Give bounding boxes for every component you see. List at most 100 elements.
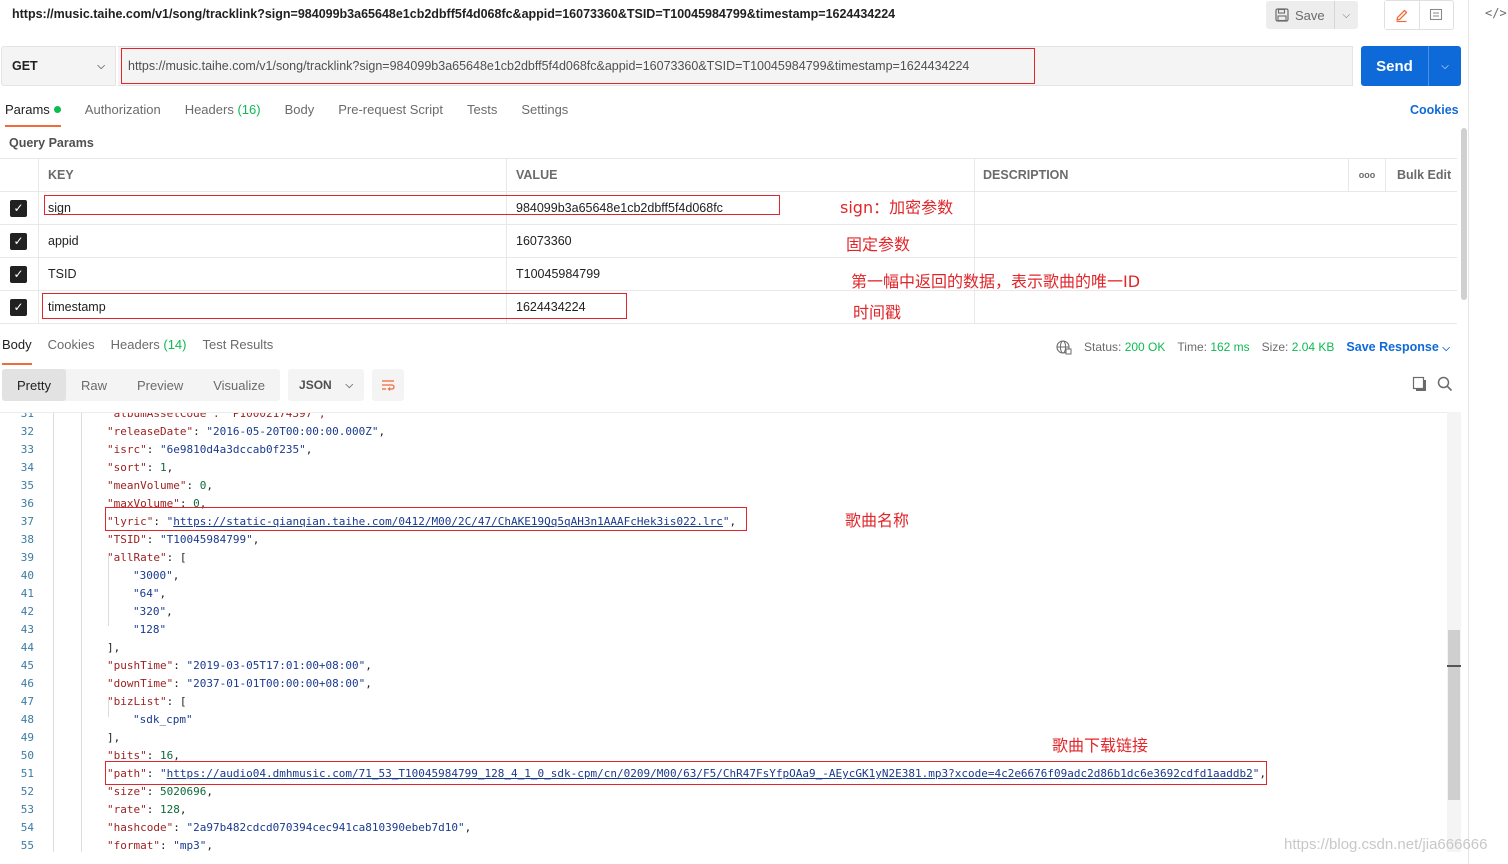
code-token: "bizList" [107,695,167,708]
param-description[interactable] [974,291,1348,323]
line-number: 55 [20,839,34,852]
code-token: , [206,785,213,798]
line-number: 42 [20,605,34,618]
tab-headers[interactable]: Headers (16) [185,100,261,126]
sign-annotation: sign：加密参数 [840,198,954,217]
line-number: 49 [20,731,34,744]
path-annotation: 歌曲下载链接 [1052,736,1149,755]
status-label: Status: [1084,340,1122,354]
tab-response-body[interactable]: Body [2,337,32,365]
tab-label: Headers [184,102,234,117]
code-line: 52 "size": 5020696, [0,783,1446,801]
code-token: "mp3" [173,839,207,852]
tab-response-headers[interactable]: Headers (14) [111,337,187,359]
param-key[interactable]: appid [38,225,505,257]
param-checkbox[interactable]: ✓ [0,258,37,290]
tab-test-results[interactable]: Test Results [203,337,274,359]
save-options-button[interactable]: ⌵ [1335,1,1358,29]
code-token: "isrc" [107,443,147,456]
view-mode-visualize[interactable]: Visualize [198,369,280,401]
tab-tests[interactable]: Tests [467,100,497,126]
comments-button[interactable] [1420,1,1454,29]
bulk-edit-button[interactable]: Bulk Edit [1385,159,1457,191]
request-title-url: https://music.taihe.com/v1/song/tracklin… [12,7,896,21]
code-token: , [166,605,173,618]
globe-icon[interactable] [1056,339,1072,355]
more-options-button[interactable]: ooo [1348,159,1385,191]
edit-button[interactable] [1385,1,1420,29]
code-text: "128" [133,621,166,639]
param-key[interactable]: TSID [38,258,505,290]
tab-body[interactable]: Body [285,100,315,126]
code-token: : [159,839,174,852]
tab-authorization[interactable]: Authorization [85,100,161,126]
table-row: ✓ appid 16073360 [0,225,1457,258]
code-token: , [206,839,213,852]
response-body-editor[interactable]: 31 "albumAssetCode": "P10002174397", 32 "re… [0,412,1460,852]
pencil-icon [1396,9,1408,22]
code-token: "320" [133,605,167,618]
code-token: , [365,677,372,690]
tab-pre-request-script[interactable]: Pre-request Script [338,100,443,126]
code-text: "rate": 128, [107,801,187,819]
view-mode-pretty[interactable]: Pretty [2,369,66,401]
save-button[interactable]: Save [1266,1,1335,29]
code-line: 40 "3000", [0,567,1446,585]
send-button[interactable]: Send [1361,46,1429,86]
code-scrollbar-thumb[interactable] [1448,630,1460,800]
code-text: "64", [133,585,166,603]
param-description[interactable] [974,192,1348,224]
param-checkbox[interactable]: ✓ [0,192,37,224]
header-key: KEY [38,159,505,191]
code-line: 42 "320", [0,603,1446,621]
line-number: 47 [20,695,34,708]
code-token: "sort" [107,461,147,474]
code-token: : [173,821,187,834]
params-scrollbar[interactable] [1461,128,1467,300]
time-text: Time: 162 ms [1177,340,1249,354]
send-options-button[interactable]: ⌵ [1429,46,1461,86]
status-text: Status: 200 OK [1084,340,1165,354]
tab-response-cookies[interactable]: Cookies [48,337,95,359]
copy-icon[interactable] [1412,376,1428,392]
tab-settings[interactable]: Settings [521,100,568,126]
code-text: "releaseDate": "2016-05-20T00:00:00.000Z… [107,423,385,441]
tab-params[interactable]: Params [5,100,61,127]
line-number: 52 [20,785,34,798]
param-description[interactable] [974,225,1348,257]
code-token: "2019-03-05T17:01:00+08:00" [186,659,366,672]
code-line: 49], [0,729,1446,747]
param-checkbox[interactable]: ✓ [0,291,37,323]
view-mode-raw[interactable]: Raw [66,369,122,401]
format-select[interactable]: JSON ⌵ [288,369,365,401]
method-select[interactable]: GET ⌵ [1,46,116,86]
cookies-link[interactable]: Cookies [1410,103,1459,117]
param-checkbox[interactable]: ✓ [0,225,37,257]
code-line: 35 "meanVolume": 0, [0,477,1446,495]
code-token: "downTime" [107,677,174,690]
code-token: , [166,461,174,474]
code-token: "format" [107,839,160,852]
line-number: 33 [20,443,34,456]
code-text: "albumAssetCode": "P10002174397", [107,413,326,423]
code-icon[interactable]: </> [1485,6,1507,20]
search-icon[interactable] [1437,376,1453,392]
code-token: "rate" [107,803,147,816]
line-number: 51 [20,767,34,780]
view-mode-preview[interactable]: Preview [122,369,198,401]
wrap-lines-icon [382,380,395,391]
table-row: ✓ TSID T10045984799 [0,258,1457,291]
code-text: "sdk_cpm" [133,711,193,729]
line-number: 46 [20,677,34,690]
tab-count: (14) [163,337,187,352]
code-text: "sort": 1, [107,459,173,477]
size-text: Size: 2.04 KB [1262,340,1335,354]
code-token: "6e9810d4a3dccab0f235" [160,443,306,456]
code-token: "T10045984799" [160,533,253,546]
chevron-down-icon: ⌵ [1441,60,1449,72]
code-token: , [159,587,167,600]
wrap-lines-button[interactable] [372,369,405,401]
code-token: "2016-05-20T00:00:00.000Z" [206,425,379,438]
save-response-button[interactable]: Save Response ⌵ [1346,340,1450,354]
code-text: "meanVolume": 0, [107,477,213,495]
